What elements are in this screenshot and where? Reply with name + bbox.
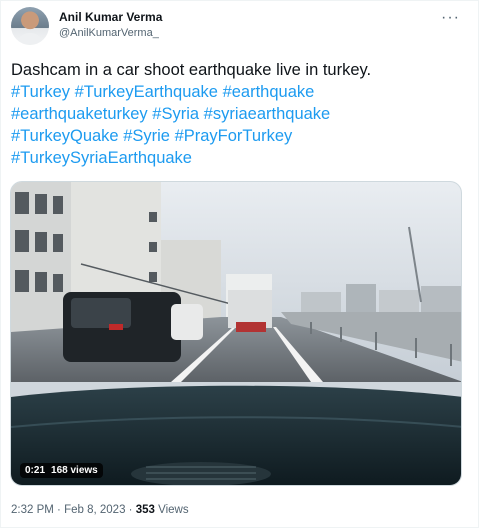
tweet-text: Dashcam in a car shoot earthquake live i… bbox=[11, 59, 471, 169]
video-views: 168 views bbox=[51, 465, 98, 476]
hashtag[interactable]: #earthquake bbox=[223, 83, 315, 101]
hashtag-line-3: #TurkeyQuake #Syrie #PrayForTurkey bbox=[11, 125, 471, 147]
author-handle[interactable]: @AnilKumarVerma_ bbox=[59, 27, 159, 39]
hashtag[interactable]: #syriaearthquake bbox=[204, 105, 331, 123]
tweet-meta: 2:32 PM · Feb 8, 2023 · 353 Views bbox=[11, 504, 189, 516]
video-frame bbox=[11, 182, 461, 485]
tweet-date[interactable]: Feb 8, 2023 bbox=[64, 504, 125, 516]
avatar-shirt bbox=[17, 33, 43, 45]
view-label: Views bbox=[158, 504, 189, 516]
hashtag[interactable]: #TurkeyEarthquake bbox=[75, 83, 218, 101]
hashtag[interactable]: #earthquaketurkey bbox=[11, 105, 148, 123]
author-name[interactable]: Anil Kumar Verma bbox=[59, 10, 162, 24]
hashtag[interactable]: #TurkeyQuake bbox=[11, 127, 119, 145]
hashtag-line-4: #TurkeySyriaEarthquake bbox=[11, 147, 471, 169]
video-duration: 0:21 bbox=[25, 465, 46, 476]
avatar[interactable] bbox=[11, 7, 49, 45]
hashtag[interactable]: #Syria bbox=[152, 105, 199, 123]
more-options-icon[interactable]: ··· bbox=[441, 9, 460, 27]
video-player[interactable]: 0:21 168 views bbox=[10, 181, 462, 486]
meta-separator: · bbox=[57, 504, 61, 516]
hashtag[interactable]: #TurkeySyriaEarthquake bbox=[11, 149, 192, 167]
hashtag-line-1: #Turkey #TurkeyEarthquake #earthquake bbox=[11, 81, 471, 103]
tweet-card: Anil Kumar Verma @AnilKumarVerma_ ··· Da… bbox=[0, 0, 479, 528]
view-count: 353 bbox=[135, 504, 155, 516]
video-badge: 0:21 168 views bbox=[20, 463, 103, 478]
meta-separator: · bbox=[128, 504, 133, 516]
tweet-time[interactable]: 2:32 PM bbox=[11, 504, 54, 516]
hashtag[interactable]: #Turkey bbox=[11, 83, 70, 101]
hashtag[interactable]: #Syrie bbox=[123, 127, 170, 145]
hashtag[interactable]: #PrayForTurkey bbox=[175, 127, 293, 145]
hashtag-line-2: #earthquaketurkey #Syria #syriaearthquak… bbox=[11, 103, 471, 125]
tweet-body: Dashcam in a car shoot earthquake live i… bbox=[11, 61, 372, 79]
